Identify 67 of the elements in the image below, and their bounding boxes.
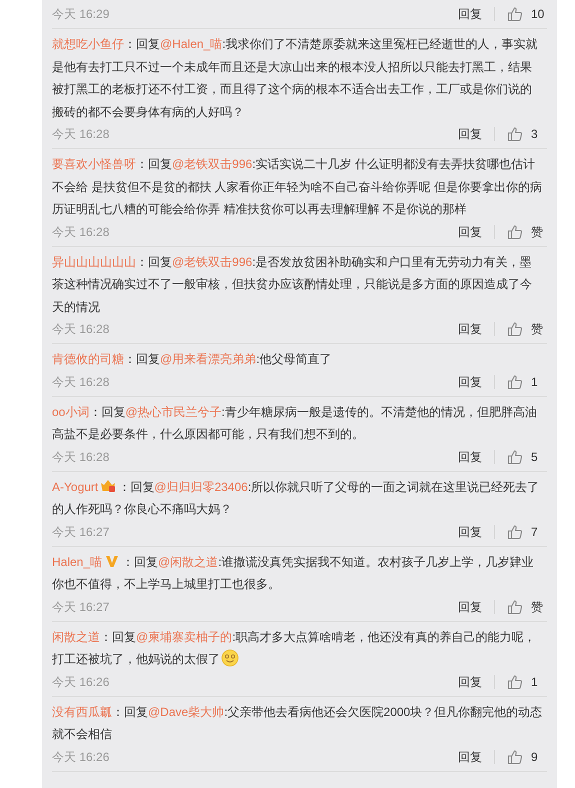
like-count: 1 [531, 374, 538, 390]
timestamp: 今天 16:28 [52, 374, 110, 390]
reply-link[interactable]: 回复 [458, 448, 494, 466]
thumbs-up-icon[interactable] [507, 524, 523, 540]
comment-text: 肯德攸的司糖：回复@用来看漂亮弟弟:他父母简直了 [52, 351, 333, 368]
username-link[interactable]: Halen_喵 [52, 554, 102, 568]
comment-text: 要喜欢小怪兽呀：回复@老铁双击996:实话实说二十几岁 什么证明都没有去弄扶贫哪也估计不会给 是扶贫但不是贫的都扶 人家看你正年轻为啥不自己奋斗给你弄呢 但是你要拿出你的病历证明乱七八糟的可能会给你弄 精准扶贫你可以再去理解理解 不是你说的那样 [52, 156, 544, 218]
username-link[interactable]: 没有西瓜瓤 [52, 704, 112, 718]
username-link[interactable]: oo小词 [52, 404, 90, 418]
mention-link[interactable]: @Halen_喵 [160, 37, 222, 51]
username-link[interactable]: 要喜欢小怪兽呀 [52, 157, 136, 171]
username-link[interactable]: 就想吃小鱼仔 [52, 37, 124, 51]
thumbs-up-icon[interactable] [507, 6, 523, 22]
comment-text: 就想吃小鱼仔：回复@Halen_喵:我求你们了不清楚原委就来这里冤枉已经逝世的人，事实就是他有去打工只不过一个未成年而且还是大凉山出来的根本没人招所以只能去打黑工，结果被打黑工的老板打还不付工资，而且得了这个病的根本不适合出去工作，工厂或是你们说的搬砖的都不会要身体有病的人好吗？ [52, 36, 539, 120]
thumbs-up-icon[interactable] [507, 674, 523, 690]
like-count: 1 [531, 674, 538, 690]
reply-link[interactable]: 回复 [458, 372, 494, 390]
reply-link[interactable]: 回复 [458, 125, 494, 143]
timestamp: 今天 16:26 [52, 748, 110, 766]
comment-text: Halen_喵 ：回复@闲散之道:谁撒谎没真凭实据我不知道。农村孩子几岁上学，几岁肄业你也不值得，不上学马上城里打工也很多。 [52, 552, 535, 593]
reply-link[interactable]: 回复 [458, 222, 494, 240]
thumbs-up-icon[interactable] [507, 224, 523, 240]
reply-link[interactable]: 回复 [458, 598, 494, 616]
comment-text: 没有西瓜瓤：回复@Dave柴大帅:父亲带他去看病他还会欠医院2000块？但凡你翻完他的动态就不会相信 [52, 704, 544, 743]
like-count: 赞 [531, 321, 543, 338]
timestamp: 今天 16:27 [52, 598, 110, 616]
like-count: 5 [531, 448, 538, 466]
reply-link[interactable]: 回复 [458, 5, 494, 23]
mention-link[interactable]: @用来看漂亮弟弟 [160, 352, 256, 366]
timestamp: 今天 16:28 [52, 448, 110, 466]
thumbs-up-icon[interactable] [507, 321, 523, 337]
mention-link[interactable]: @归归归零23406 [154, 480, 248, 494]
username-link[interactable]: 肯德攸的司糖 [52, 352, 124, 366]
mention-link[interactable]: @老铁双击996 [172, 254, 252, 268]
thumbs-up-icon[interactable] [507, 374, 523, 390]
thumbs-up-icon[interactable] [507, 748, 523, 764]
timestamp: 今天 16:27 [52, 524, 110, 540]
timestamp: 今天 16:28 [52, 224, 110, 240]
username-link[interactable]: 异山山山山山山 [52, 254, 136, 268]
timestamp: 今天 16:29 [52, 6, 110, 23]
mention-link[interactable]: @闲散之道 [158, 554, 218, 568]
thumbs-up-icon[interactable] [507, 126, 523, 142]
reply-link[interactable]: 回复 [458, 522, 494, 540]
like-count: 赞 [531, 224, 543, 240]
timestamp: 今天 16:28 [52, 321, 110, 338]
like-count: 9 [531, 748, 538, 766]
like-count: 赞 [531, 598, 543, 616]
mention-link[interactable]: @老铁双击996 [172, 157, 252, 171]
comment-text: A-Yogurt ：回复@归归归零23406:所以你就只听了父母的一面之词就在这里说已经死去了的人作死吗？你良心不痛吗大妈？ [52, 478, 540, 518]
mention-link[interactable]: @柬埔寨卖柚子的 [136, 630, 232, 644]
like-count: 3 [531, 126, 538, 143]
thumbs-up-icon[interactable] [507, 598, 523, 614]
timestamp: 今天 16:26 [52, 674, 110, 690]
comment-text: 闲散之道：回复@柬埔寨卖柚子的:职高才多大点算啥啃老，他还没有真的养自己的能力呢，打工还被坑了，他妈说的太假了 [52, 628, 537, 669]
thumbs-up-icon[interactable] [507, 448, 523, 464]
timestamp: 今天 16:28 [52, 126, 110, 143]
like-count: 7 [531, 524, 538, 540]
reply-link[interactable]: 回复 [458, 672, 494, 690]
username-link[interactable]: A-Yogurt [52, 480, 98, 494]
mention-link[interactable]: @Dave柴大帅 [148, 704, 224, 718]
reply-link[interactable]: 回复 [458, 748, 494, 766]
reply-link[interactable]: 回复 [458, 320, 494, 338]
comment-text: oo小词：回复@热心市民兰兮子:青少年糖尿病一般是遗传的。不清楚他的情况，但肥胖高油高盐不是必要条件，什么原因都可能，只有我们想不到的。 [52, 404, 538, 443]
comment-text: 异山山山山山山：回复@老铁双击996:是否发放贫困补助确实和户口里有无劳动力有关，墨茶这种情况确实过不了一般审核，但扶贫办应该酌情处理，只能说是多方面的原因造成了今天的情况 [52, 254, 533, 316]
username-link[interactable]: 闲散之道 [52, 630, 100, 644]
like-count: 10 [531, 6, 544, 23]
mention-link[interactable]: @热心市民兰兮子 [125, 404, 222, 418]
